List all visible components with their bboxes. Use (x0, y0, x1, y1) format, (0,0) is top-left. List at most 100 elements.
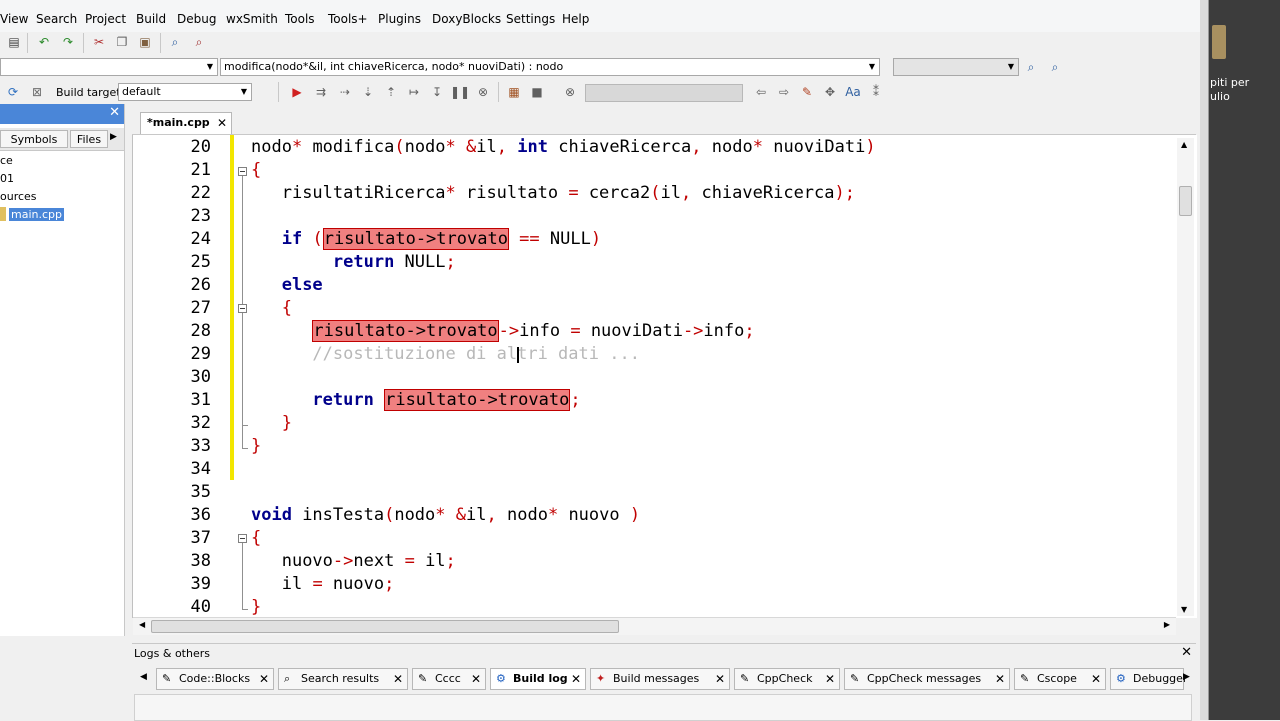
code-line-36: void insTesta(nodo* &il, nodo* nuovo ) (251, 505, 641, 525)
code-editor[interactable]: 20 21 22 23 24 25 26 27 28 29 30 31 32 3… (132, 135, 1197, 618)
menu-tools-plus[interactable]: Tools+ (328, 12, 368, 26)
pause-icon[interactable]: ❚❚ (450, 83, 470, 101)
close-icon[interactable]: ✕ (995, 669, 1005, 689)
scroll-down-icon[interactable]: ▼ (1181, 605, 1187, 614)
text-case-icon[interactable]: Aa (844, 83, 862, 101)
clear-icon[interactable]: ⊗ (561, 83, 579, 101)
tab-cccc[interactable]: ✎ Cccc ✕ (412, 668, 486, 690)
desktop-label: piti per (1210, 76, 1250, 89)
tab-cppcheck-messages[interactable]: ✎ CppCheck messages ✕ (844, 668, 1010, 690)
scope-combo[interactable]: ▼ (0, 58, 218, 76)
clear-highlight-icon[interactable]: ⁑ (867, 83, 885, 101)
code-line-32: } (281, 413, 292, 433)
stop-icon[interactable]: ⊗ (474, 83, 492, 101)
search-options-icon[interactable]: ⌕ (1046, 58, 1064, 76)
save-all-icon[interactable]: ▤ (5, 33, 23, 51)
paste-icon[interactable]: ▣ (136, 33, 154, 51)
vertical-scrollbar[interactable]: ▲ ▼ (1177, 138, 1194, 616)
search-icon[interactable]: ⌕ (1022, 58, 1040, 76)
document-icon: ✎ (1020, 672, 1030, 685)
log-content[interactable] (134, 694, 1192, 721)
debug-windows-icon[interactable]: ▦ (505, 83, 523, 101)
nav-back-icon[interactable]: ⇦ (752, 83, 770, 101)
step-out-icon[interactable]: ⇡ (382, 83, 400, 101)
menu-view[interactable]: View (0, 12, 28, 26)
step-into-icon[interactable]: ⇣ (359, 83, 377, 101)
fold-marker[interactable] (238, 304, 247, 313)
code-line-28: risultato->trovato->info = nuoviDati->in… (312, 320, 755, 342)
menu-search[interactable]: Search (36, 12, 77, 26)
scroll-thumb[interactable] (1179, 186, 1192, 216)
step-instruction-icon[interactable]: ↧ (428, 83, 446, 101)
scroll-thumb[interactable] (151, 620, 619, 633)
horizontal-scrollbar[interactable]: ◀ ▶ (133, 617, 1176, 635)
logs-tabs: ✎ Code::Blocks ✕ ⌕ Search results ✕ ✎ Cccc ✕ ⚙… (134, 668, 1187, 690)
menu-plugins[interactable]: Plugins (378, 12, 421, 26)
folder-icon[interactable] (1212, 25, 1226, 59)
highlight-icon[interactable]: ✎ (798, 83, 816, 101)
close-icon[interactable]: ✕ (1181, 645, 1192, 660)
find-icon[interactable]: ⌕ (166, 33, 184, 51)
fold-marker[interactable] (238, 167, 247, 176)
menu-build[interactable]: Build (136, 12, 166, 26)
tree-item[interactable]: ce (0, 154, 13, 167)
menu-wxsmith[interactable]: wxSmith (226, 12, 278, 26)
tab-cscope[interactable]: ✎ Cscope ✕ (1014, 668, 1106, 690)
tab-codeblocks[interactable]: ✎ Code::Blocks ✕ (156, 668, 274, 690)
scroll-right-icon[interactable]: ▶ (1164, 620, 1170, 629)
various-info-icon[interactable]: ■ (528, 83, 546, 101)
run-to-cursor-icon[interactable]: ⇉ (312, 83, 330, 101)
menu-settings[interactable]: Settings (506, 12, 555, 26)
tab-main-cpp[interactable]: *main.cpp ✕ (140, 112, 232, 134)
chevron-right-icon[interactable]: ▶ (110, 132, 117, 142)
close-icon[interactable]: ✕ (1091, 669, 1101, 689)
cut-icon[interactable]: ✂ (90, 33, 108, 51)
tab-build-messages[interactable]: ✦ Build messages ✕ (590, 668, 730, 690)
chevron-right-icon[interactable]: ▶ (1183, 672, 1190, 682)
tab-build-log[interactable]: ⚙ Build log ✕ (490, 668, 586, 690)
next-line-icon[interactable]: ⇢ (336, 83, 354, 101)
abort-icon[interactable]: ⊠ (28, 83, 46, 101)
tab-files[interactable]: Files (70, 130, 108, 148)
close-icon[interactable]: ✕ (715, 669, 725, 689)
close-icon[interactable]: ✕ (471, 669, 481, 689)
tree-item-main-cpp[interactable]: main.cpp (9, 208, 64, 221)
tab-cppcheck[interactable]: ✎ CppCheck ✕ (734, 668, 840, 690)
menu-doxyblocks[interactable]: DoxyBlocks (432, 12, 501, 26)
copy-icon[interactable]: ❐ (113, 33, 131, 51)
scroll-up-icon[interactable]: ▲ (1181, 140, 1187, 149)
line-number: 20 (190, 137, 211, 157)
close-icon[interactable]: ✕ (259, 669, 269, 689)
menu-help[interactable]: Help (562, 12, 589, 26)
nav-forward-icon[interactable]: ⇨ (775, 83, 793, 101)
function-combo[interactable]: modifica(nodo*&il, int chiaveRicerca, no… (220, 58, 880, 76)
undo-icon[interactable]: ↶ (35, 33, 53, 51)
debug-run-icon[interactable]: ▶ (288, 83, 306, 101)
chevron-left-icon[interactable]: ◀ (140, 672, 147, 682)
replace-icon[interactable]: ⌕ (190, 33, 208, 51)
tab-debugger[interactable]: ⚙ Debugger (1110, 668, 1187, 690)
tab-label: *main.cpp (147, 116, 210, 129)
fold-marker[interactable] (238, 534, 247, 543)
search-combo[interactable]: ▼ (893, 58, 1019, 76)
close-icon[interactable]: ✕ (393, 669, 403, 689)
panel-tabs: Symbols Files ▶ (0, 128, 124, 151)
tab-symbols[interactable]: Symbols (0, 130, 68, 148)
tree-item[interactable]: 01 (0, 172, 14, 185)
bookmark-icon[interactable]: ✥ (821, 83, 839, 101)
close-icon[interactable]: ✕ (109, 105, 120, 120)
scroll-left-icon[interactable]: ◀ (139, 620, 145, 629)
build-target-combo[interactable]: default ▼ (118, 83, 252, 101)
close-icon[interactable]: ✕ (571, 669, 581, 689)
redo-icon[interactable]: ↷ (59, 33, 77, 51)
menu-debug[interactable]: Debug (177, 12, 216, 26)
tree-item[interactable]: ources (0, 190, 37, 203)
management-panel: ✕ Symbols Files ▶ ce 01 ources main.cpp (0, 104, 125, 636)
menu-tools[interactable]: Tools (285, 12, 315, 26)
close-icon[interactable]: ✕ (217, 113, 227, 133)
close-icon[interactable]: ✕ (825, 669, 835, 689)
tab-search-results[interactable]: ⌕ Search results ✕ (278, 668, 408, 690)
rebuild-icon[interactable]: ⟳ (4, 83, 22, 101)
next-instruction-icon[interactable]: ↦ (405, 83, 423, 101)
menu-project[interactable]: Project (85, 12, 126, 26)
